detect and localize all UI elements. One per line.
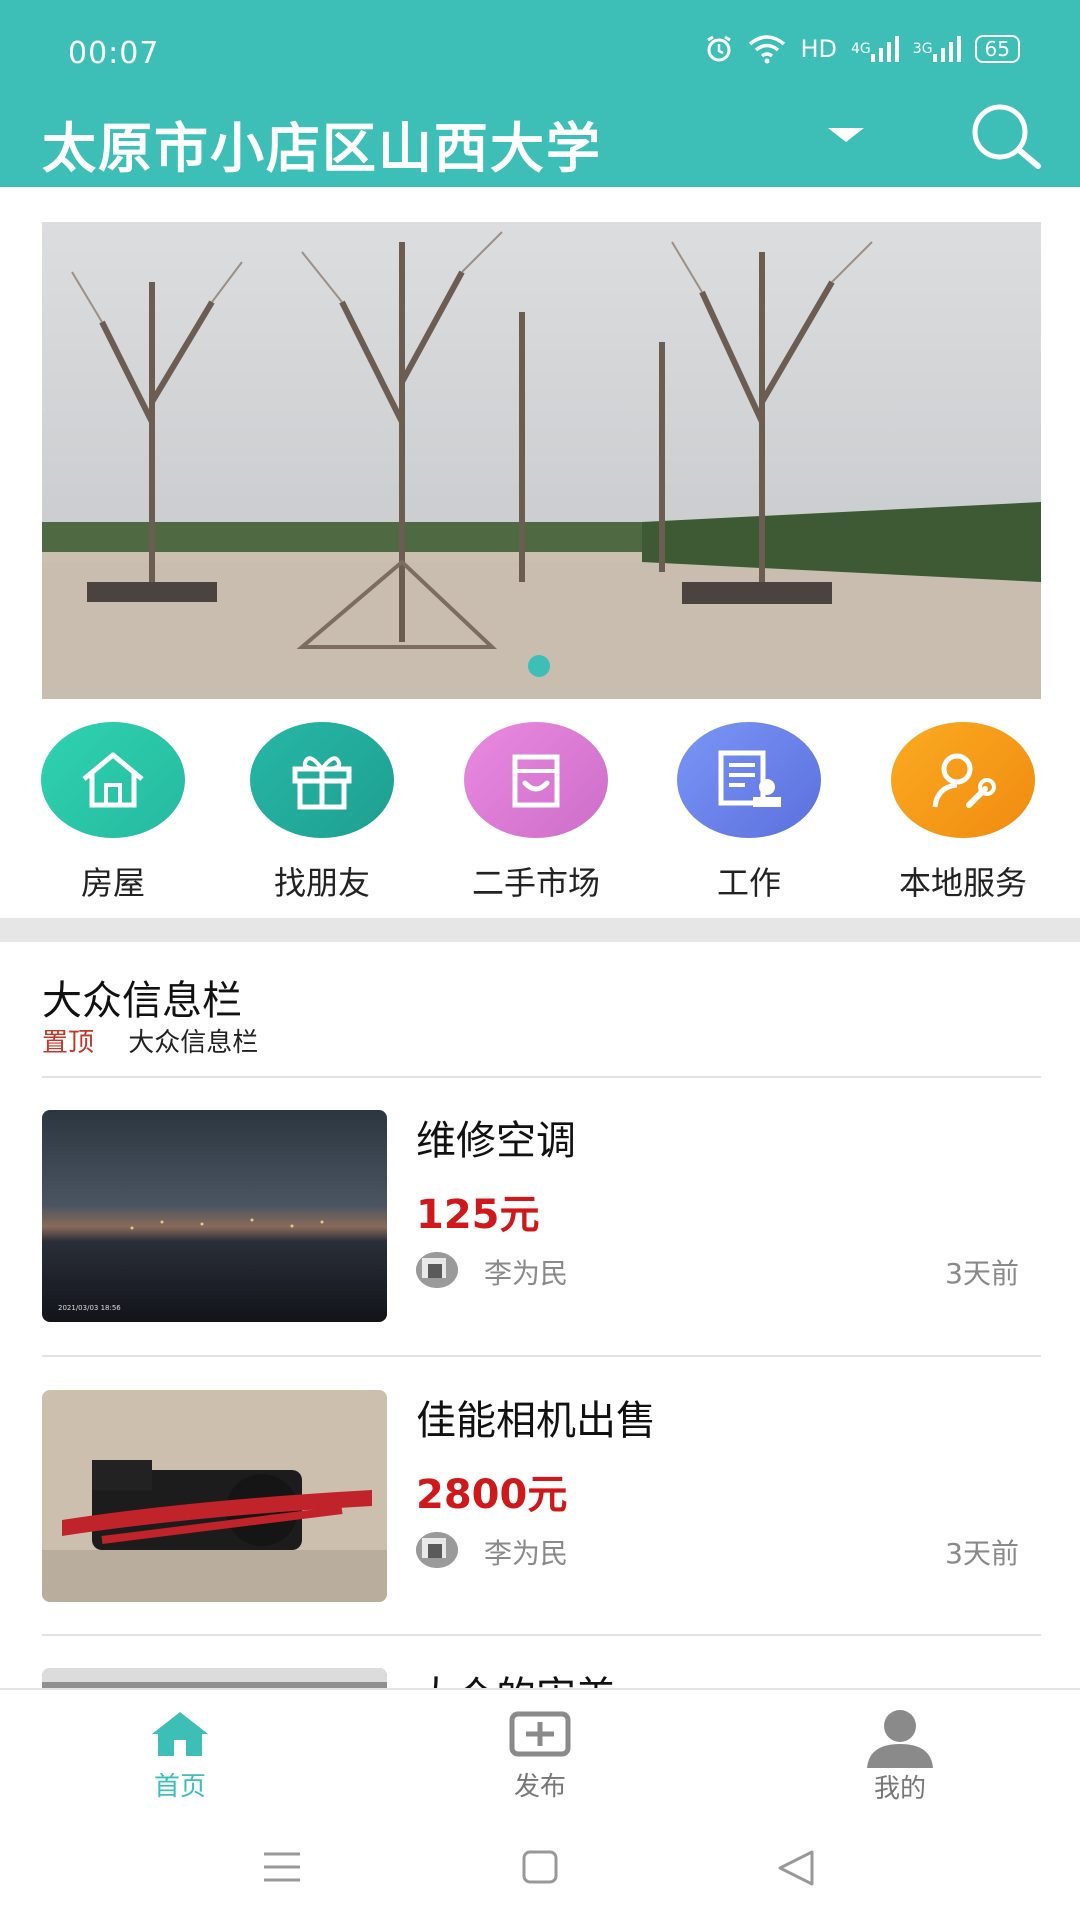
home-icon (152, 1712, 208, 1756)
carousel-indicator-dot[interactable] (528, 655, 550, 677)
divider (42, 1355, 1041, 1357)
box-icon (464, 722, 608, 838)
banner-image (42, 222, 1041, 699)
pinned-tag: 置顶 (42, 1028, 95, 1058)
category-label: 本地服务 (898, 864, 1027, 902)
category-label: 房屋 (80, 864, 145, 902)
battery-level: 65 (984, 37, 1010, 61)
listing-user: 李为民 (484, 1257, 569, 1290)
wifi-icon (748, 34, 786, 64)
divider (42, 1634, 1041, 1636)
listing-price: 125元 (416, 1192, 540, 1238)
section-subtitle: 大众信息栏 (128, 1028, 259, 1058)
system-nav-bar (0, 1818, 1080, 1920)
listing-title: 佳能相机出售 (416, 1398, 656, 1444)
profile-icon (867, 1710, 933, 1768)
listing-user: 李为民 (484, 1537, 569, 1570)
person-wrench-icon (891, 722, 1035, 838)
listing-title: 大众的审美 (416, 1668, 616, 1688)
document-stamp-icon (677, 722, 821, 838)
listing-price: 2800元 (416, 1472, 568, 1518)
bottom-nav: 首页 发布 我的 (0, 1688, 1080, 1818)
chevron-down-icon[interactable] (828, 128, 864, 142)
category-house[interactable]: 房屋 (13, 722, 213, 904)
signal-4g-icon: 4G (851, 36, 899, 62)
nav-label: 我的 (873, 1774, 926, 1804)
section-subheader: 置顶 大众信息栏 (42, 1022, 258, 1059)
category-label: 工作 (716, 864, 781, 902)
section-title: 大众信息栏 (42, 978, 242, 1024)
signal-3g-icon: 3G (913, 36, 961, 62)
avatar (416, 1532, 458, 1568)
signal-4g-label: 4G (851, 41, 871, 57)
nav-label: 发布 (513, 1772, 566, 1802)
listing-thumbnail (42, 1668, 387, 1688)
nav-publish[interactable]: 发布 (460, 1708, 620, 1803)
section-separator (0, 918, 1080, 942)
battery-icon: 65 (974, 35, 1020, 63)
location-title[interactable]: 太原市小店区山西大学 (42, 104, 602, 183)
app-header: 00:07 HD 4G 3G 65 太原市小店区山西大学 (0, 0, 1080, 187)
listing-thumbnail: 2021/03/03 18:56 (42, 1110, 387, 1322)
signal-3g-label: 3G (912, 41, 933, 57)
hd-label: HD (800, 35, 838, 63)
category-local-service[interactable]: 本地服务 (863, 722, 1063, 904)
thumbnail-caption: 2021/03/03 18:56 (58, 1304, 121, 1312)
publish-icon (509, 1711, 571, 1757)
category-secondhand[interactable]: 二手市场 (436, 722, 636, 904)
nav-label: 首页 (153, 1772, 206, 1802)
listing-item[interactable]: 大众的审美 (42, 1668, 1041, 1688)
listing-item[interactable]: 2021/03/03 18:56 维修空调 125元 李为民 3天前 (42, 1110, 1041, 1322)
listing-time: 3天前 (945, 1257, 1019, 1290)
status-time: 00:07 (68, 36, 160, 71)
gift-icon (250, 722, 394, 838)
category-label: 找朋友 (273, 864, 370, 902)
home-square-icon[interactable] (522, 1850, 558, 1884)
house-icon (41, 722, 185, 838)
banner-carousel[interactable] (42, 222, 1041, 699)
category-friends[interactable]: 找朋友 (222, 722, 422, 904)
avatar (416, 1252, 458, 1288)
listing-thumbnail (42, 1390, 387, 1602)
nav-home[interactable]: 首页 (100, 1708, 260, 1803)
divider (42, 1076, 1041, 1078)
category-grid: 房屋 找朋友 二手市场 工作 本地服务 (0, 722, 1080, 902)
status-icons: HD 4G 3G 65 (704, 34, 1020, 64)
listing-time: 3天前 (945, 1537, 1019, 1570)
back-icon[interactable] (776, 1850, 816, 1886)
alarm-icon (704, 34, 734, 64)
menu-icon[interactable] (262, 1850, 302, 1884)
listing-item[interactable]: 佳能相机出售 2800元 李为民 3天前 (42, 1390, 1041, 1602)
nav-profile[interactable]: 我的 (820, 1708, 980, 1805)
category-label: 二手市场 (471, 864, 600, 902)
listing-title: 维修空调 (416, 1118, 576, 1164)
search-icon[interactable] (968, 102, 1044, 170)
category-work[interactable]: 工作 (649, 722, 849, 904)
